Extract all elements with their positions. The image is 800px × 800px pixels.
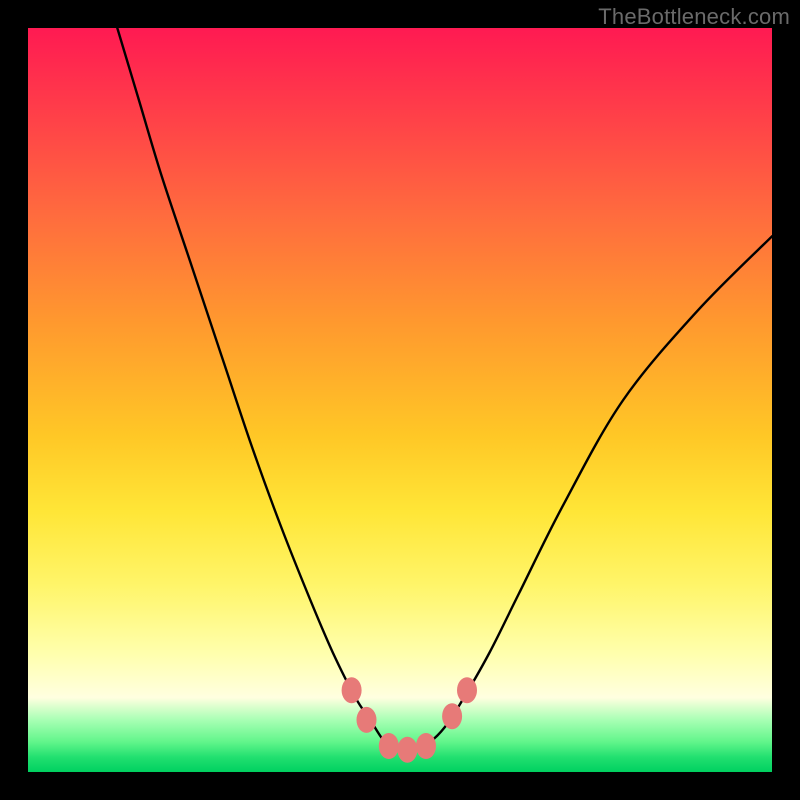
outer-frame: TheBottleneck.com [0,0,800,800]
highlight-marker [397,737,417,763]
highlight-marker [442,703,462,729]
highlight-marker [342,677,362,703]
curve-layer [117,28,772,751]
chart-plot-area [28,28,772,772]
highlight-marker [457,677,477,703]
highlight-marker [416,733,436,759]
bottleneck-curve-path [117,28,772,751]
chart-svg [28,28,772,772]
highlight-marker [379,733,399,759]
watermark-text: TheBottleneck.com [598,4,790,30]
highlight-markers [342,677,477,763]
highlight-marker [357,707,377,733]
